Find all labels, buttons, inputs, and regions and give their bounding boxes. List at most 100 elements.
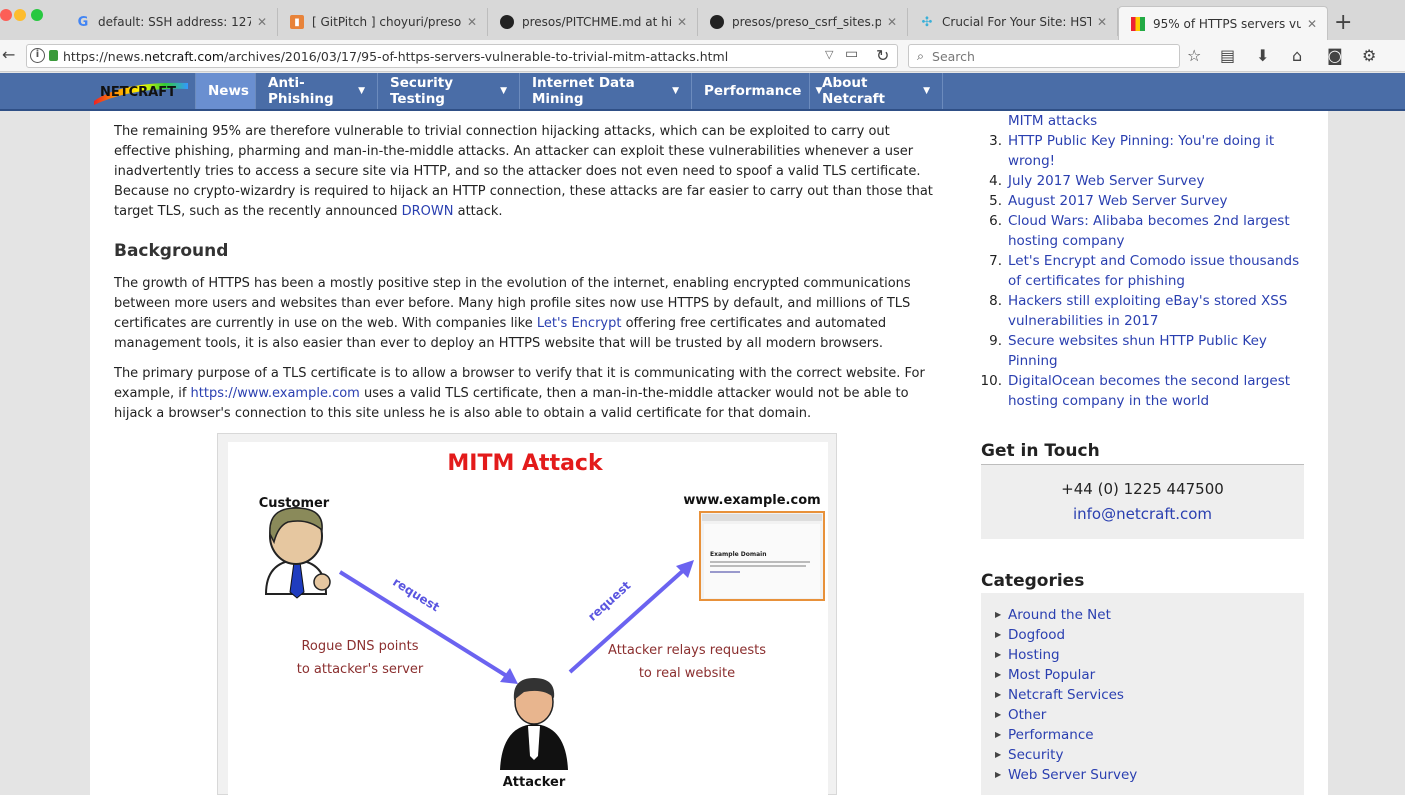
caret-down-icon: ▼ [358,86,365,96]
reload-icon[interactable]: ↻ [876,46,889,65]
popular-articles-list: MITM attacks [990,111,1310,131]
list-item[interactable]: 4. July 2017 Web Server Survey [989,171,1328,191]
browser-tab[interactable]: ✣ Crucial For Your Site: HSTS (I ✕ [908,8,1118,36]
browser-tab[interactable]: ▮ [ GitPitch ] choyuri/presos/hip ✕ [278,8,488,36]
website-thumbnail: Example Domain [699,511,825,601]
email-link[interactable]: info@netcraft.com [981,502,1304,527]
netcraft-icon [1131,16,1145,31]
nav-performance[interactable]: Performance ▼ [691,73,822,109]
search-input[interactable]: ⌕ Search [908,44,1180,68]
google-icon: G [77,14,89,30]
list-item[interactable]: 7. Let's Encrypt and Comodo issue thousan… [989,251,1328,291]
mitm-attack-diagram: MITM Attack Customer www.example.com Exa… [217,433,837,795]
list-item[interactable]: MITM attacks [1008,111,1310,131]
contact-box: +44 (0) 1225 447500 info@netcraft.com [981,465,1304,539]
browser-tab[interactable]: presos/PITCHME.md at hipaa ✕ [488,8,698,36]
extension-icon[interactable]: ⚙ [1362,46,1376,65]
reader-view-icon[interactable]: ▭ [845,46,858,62]
list-item[interactable]: 6. Cloud Wars: Alibaba becomes 2nd larges… [989,211,1328,251]
list-item[interactable]: 9. Secure websites shun HTTP Public Key Pi… [989,331,1328,371]
category-link[interactable]: ▶ Security [995,745,1304,765]
sidebar: MITM attacks 3. HTTP Public Key Pinning: … [958,111,1328,795]
caret-down-icon: ▼ [672,86,679,96]
article-paragraph: The primary purpose of a TLS certificate… [114,366,925,421]
github-icon [710,15,724,29]
categories-box: ▶ Around the Net ▶ Dogfood ▶ Hosting ▶ Most … [981,593,1304,795]
categories-list: ▶ Around the Net ▶ Dogfood ▶ Hosting ▶ Most … [981,593,1304,785]
site-label: www.example.com [683,493,820,508]
new-tab-button[interactable]: + [1334,10,1352,35]
nav-anti-phishing[interactable]: Anti-Phishing ▼ [255,73,377,109]
rogue-dns-line-1: Rogue DNS points [301,639,418,654]
diagram-title: MITM Attack [447,451,604,476]
close-tab-icon[interactable]: ✕ [677,15,687,29]
browser-tab[interactable]: presos/preso_csrf_sites.png a ✕ [698,8,908,36]
dropdown-icon[interactable]: ▽ [825,48,833,61]
phone-number: +44 (0) 1225 447500 [1061,480,1224,498]
nav-security-testing[interactable]: Security Testing ▼ [377,73,519,109]
section-heading-background: Background [114,241,229,261]
nav-news[interactable]: News [195,73,255,109]
article-paragraph: The remaining 95% are therefore vulnerab… [114,124,933,219]
search-icon: ⌕ [917,48,925,63]
relay-line-1: Attacker relays requests [608,643,766,658]
close-window-button[interactable] [0,9,12,21]
close-tab-icon[interactable]: ✕ [1307,17,1317,31]
back-icon[interactable]: ← [2,45,15,64]
site-navigation: NETCRAFT News Anti-Phishing ▼ Security Te… [0,73,1405,111]
tab-bar: G default: SSH address: 127.0.0 ✕ ▮ [ Gi… [0,0,1405,40]
close-tab-icon[interactable]: ✕ [257,15,267,29]
category-link[interactable]: ▶ Around the Net [995,605,1304,625]
category-link[interactable]: ▶ Dogfood [995,625,1304,645]
list-item[interactable]: 10. DigitalOcean becomes the second large… [981,371,1328,411]
svg-text:Example Domain: Example Domain [710,551,767,558]
list-item[interactable]: 3. HTTP Public Key Pinning: You're doing … [989,131,1328,171]
close-tab-icon[interactable]: ✕ [467,15,477,29]
contact-heading: Get in Touch [981,441,1100,461]
info-icon[interactable]: i [30,48,45,63]
triangle-right-icon: ▶ [995,650,1002,659]
minimize-window-button[interactable] [14,9,26,21]
url-text: https://news.netcraft.com/archives/2016/… [63,48,729,64]
triangle-right-icon: ▶ [995,690,1002,699]
category-link[interactable]: ▶ Performance [995,725,1304,745]
svg-text:NETCRAFT: NETCRAFT [100,85,176,100]
caret-down-icon: ▼ [923,86,930,96]
url-bar[interactable]: i https://news.netcraft.com/archives/201… [26,44,898,68]
relay-line-2: to real website [639,666,735,681]
list-item[interactable]: 5. August 2017 Web Server Survey [989,191,1328,211]
download-icon[interactable]: ⬇ [1256,46,1269,65]
caret-down-icon: ▼ [500,86,507,96]
close-tab-icon[interactable]: ✕ [887,15,897,29]
category-link[interactable]: ▶ Netcraft Services [995,685,1304,705]
page-content: The remaining 95% are therefore vulnerab… [0,111,1405,795]
nav-about-netcraft[interactable]: About Netcraft ▼ [809,73,943,109]
browser-tab[interactable]: G default: SSH address: 127.0.0 ✕ [64,8,278,36]
triangle-right-icon: ▶ [995,770,1002,779]
example-com-link[interactable]: https://www.example.com [191,386,360,401]
category-link[interactable]: ▶ Other [995,705,1304,725]
category-link[interactable]: ▶ Web Server Survey [995,765,1304,785]
triangle-right-icon: ▶ [995,670,1002,679]
close-tab-icon[interactable]: ✕ [1097,15,1107,29]
nav-internet-data-mining[interactable]: Internet Data Mining ▼ [519,73,691,109]
list-item[interactable]: 8. Hackers still exploiting eBay's stored… [989,291,1328,331]
bookmark-star-icon[interactable]: ☆ [1187,46,1201,65]
lets-encrypt-link[interactable]: Let's Encrypt [537,316,622,331]
categories-heading: Categories [981,571,1085,591]
github-icon [500,15,514,29]
drown-link[interactable]: DROWN [402,204,454,219]
category-link[interactable]: ▶ Most Popular [995,665,1304,685]
triangle-right-icon: ▶ [995,610,1002,619]
zoom-window-button[interactable] [31,9,43,21]
browser-tab-active[interactable]: 95% of HTTPS servers vulner ✕ [1118,6,1328,40]
attacker-label: Attacker [503,775,566,790]
article-column: The remaining 95% are therefore vulnerab… [90,111,958,795]
triangle-right-icon: ▶ [995,730,1002,739]
library-icon[interactable]: ▤ [1220,46,1235,65]
pocket-icon[interactable]: ◙ [1327,46,1343,65]
netcraft-logo[interactable]: NETCRAFT [92,77,190,105]
home-icon[interactable]: ⌂ [1292,46,1302,65]
category-link[interactable]: ▶ Hosting [995,645,1304,665]
triangle-right-icon: ▶ [995,710,1002,719]
